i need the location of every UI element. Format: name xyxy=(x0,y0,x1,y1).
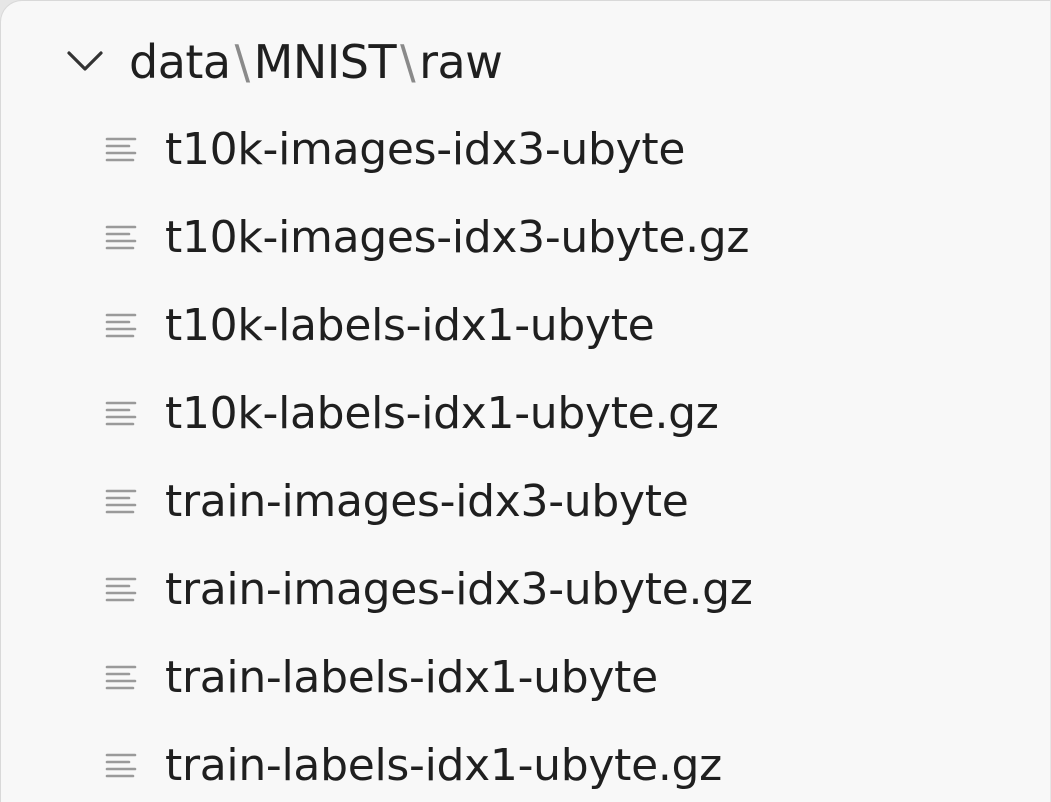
file-name: t10k-labels-idx1-ubyte xyxy=(165,299,655,351)
file-name: train-labels-idx1-ubyte xyxy=(165,651,658,703)
file-list: t10k-images-idx3-ubyte t10k-images-idx3-… xyxy=(1,105,1050,802)
path-separator: \ xyxy=(400,35,416,89)
file-text-icon xyxy=(105,665,137,690)
file-item[interactable]: t10k-labels-idx1-ubyte xyxy=(1,281,1050,369)
file-item[interactable]: train-images-idx3-ubyte xyxy=(1,457,1050,545)
file-explorer-panel: data \ MNIST \ raw t10k-images-idx3-ubyt… xyxy=(0,0,1050,802)
file-item[interactable]: t10k-images-idx3-ubyte xyxy=(1,105,1050,193)
file-item[interactable]: train-images-idx3-ubyte.gz xyxy=(1,545,1050,633)
file-text-icon xyxy=(105,577,137,602)
file-item[interactable]: train-labels-idx1-ubyte.gz xyxy=(1,721,1050,802)
file-item[interactable]: train-labels-idx1-ubyte xyxy=(1,633,1050,721)
file-item[interactable]: t10k-images-idx3-ubyte.gz xyxy=(1,193,1050,281)
path-separator: \ xyxy=(234,35,251,89)
file-text-icon xyxy=(105,137,137,162)
folder-row[interactable]: data \ MNIST \ raw xyxy=(63,31,503,93)
file-name: t10k-images-idx3-ubyte xyxy=(165,123,686,175)
file-text-icon xyxy=(105,401,137,426)
file-name: train-images-idx3-ubyte xyxy=(165,475,689,527)
file-text-icon xyxy=(105,489,137,514)
file-text-icon xyxy=(105,313,137,338)
path-segment-mnist: MNIST xyxy=(253,35,397,89)
file-item[interactable]: t10k-labels-idx1-ubyte.gz xyxy=(1,369,1050,457)
file-name: t10k-images-idx3-ubyte.gz xyxy=(165,211,750,263)
file-text-icon xyxy=(105,753,137,778)
file-name: t10k-labels-idx1-ubyte.gz xyxy=(165,387,719,439)
folder-path: data \ MNIST \ raw xyxy=(129,35,503,89)
file-text-icon xyxy=(105,225,137,250)
path-segment-data: data xyxy=(129,35,231,89)
path-segment-raw: raw xyxy=(419,35,503,89)
file-name: train-labels-idx1-ubyte.gz xyxy=(165,739,722,791)
file-name: train-images-idx3-ubyte.gz xyxy=(165,563,753,615)
chevron-down-icon[interactable] xyxy=(63,40,107,84)
